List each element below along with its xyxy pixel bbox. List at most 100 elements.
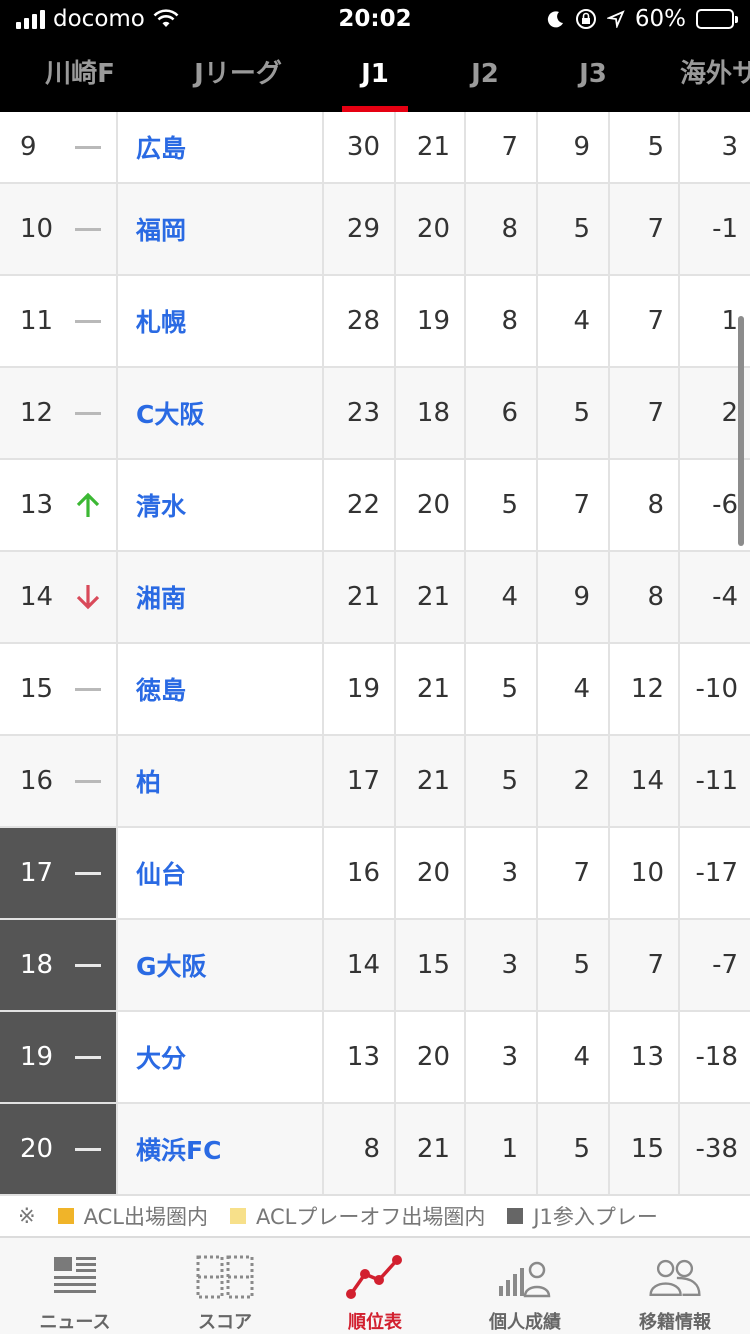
tab-j1[interactable]: J1	[342, 40, 408, 112]
rank-number: 19	[20, 1042, 54, 1072]
goal-diff-cell: -10	[695, 674, 738, 704]
games-played-cell: 20	[396, 460, 466, 550]
team-name-link[interactable]: 福岡	[118, 184, 324, 274]
trend-unchanged-dash-icon	[70, 129, 106, 165]
team-name-link[interactable]: 横浜FC	[118, 1104, 324, 1194]
rank-cell: 12	[0, 368, 118, 458]
nav-label: ニュース	[39, 1312, 111, 1333]
team-name-link[interactable]: 徳島	[118, 644, 324, 734]
trend-up-arrow-icon	[70, 487, 106, 523]
league-tab-bar: 川崎F Jリーグ J1 J2 J3 海外サ	[0, 40, 750, 112]
games-played-cell: 20	[396, 1012, 466, 1102]
tab-kawasaki[interactable]: 川崎F	[22, 40, 138, 112]
table-row[interactable]: 12 C大阪 23 18 6 5 7 2	[0, 368, 750, 460]
tab-jleague[interactable]: Jリーグ	[176, 40, 300, 112]
draws-cell: 4	[538, 276, 610, 366]
scrollbar[interactable]	[738, 316, 744, 546]
table-row[interactable]: 20 横浜FC 8 21 1 5 15 -38	[0, 1104, 750, 1194]
legend-label: ACL出場圏内	[83, 1205, 208, 1229]
rank-number: 12	[20, 398, 54, 428]
transfer-people-icon	[645, 1252, 705, 1302]
nav-label: 移籍情報	[639, 1312, 711, 1333]
points-cell: 16	[324, 828, 396, 918]
table-row[interactable]: 14 湘南 21 21 4 9 8 -4	[0, 552, 750, 644]
rank-number: 20	[20, 1134, 54, 1164]
legend-swatch	[229, 1208, 246, 1224]
table-row[interactable]: 11 札幌 28 19 8 4 7 1	[0, 276, 750, 368]
losses-cell: 7	[610, 276, 680, 366]
table-row[interactable]: 13 清水 22 20 5 7 8 -6	[0, 460, 750, 552]
rank-number: 11	[20, 306, 54, 336]
goal-diff-cell: -11	[695, 766, 738, 796]
team-name-link[interactable]: 柏	[118, 736, 324, 826]
draws-cell: 7	[538, 460, 610, 550]
team-name-link[interactable]: 広島	[118, 112, 324, 182]
rank-cell: 20	[0, 1104, 118, 1194]
points-cell: 14	[324, 920, 396, 1010]
legend-label: J1参入プレー	[533, 1205, 658, 1229]
wins-cell: 3	[466, 828, 538, 918]
moon-icon	[547, 11, 563, 28]
nav-news[interactable]: ニュース	[0, 1238, 150, 1334]
trend-down-arrow-icon	[70, 579, 106, 615]
scoreboard-icon	[195, 1252, 255, 1302]
games-played-cell: 21	[396, 644, 466, 734]
losses-cell: 7	[610, 184, 680, 274]
team-name-link[interactable]: 湘南	[118, 552, 324, 642]
tab-j2[interactable]: J2	[452, 40, 518, 112]
tab-label: 川崎F	[45, 59, 115, 89]
nav-player-stats[interactable]: 個人成績	[450, 1238, 600, 1334]
table-row[interactable]: 10 福岡 29 20 8 5 7 -1	[0, 184, 750, 276]
table-row[interactable]: 18 G大阪 14 15 3 5 7 -7	[0, 920, 750, 1012]
tab-label: J2	[471, 59, 499, 89]
player-stats-icon	[495, 1252, 555, 1302]
legend-item-j1-playoff: J1参入プレー	[507, 1201, 658, 1231]
rank-cell: 11	[0, 276, 118, 366]
rank-number: 15	[20, 674, 54, 704]
games-played-cell: 19	[396, 276, 466, 366]
table-row[interactable]: 9 広島 30 21 7 9 5 3	[0, 112, 750, 184]
team-name-link[interactable]: 仙台	[118, 828, 324, 918]
team-name-link[interactable]: C大阪	[118, 368, 324, 458]
games-played-cell: 21	[396, 552, 466, 642]
team-name-link[interactable]: 札幌	[118, 276, 324, 366]
rank-cell: 10	[0, 184, 118, 274]
points-cell: 19	[324, 644, 396, 734]
wins-cell: 5	[466, 460, 538, 550]
team-name-link[interactable]: 大分	[118, 1012, 324, 1102]
losses-cell: 7	[610, 920, 680, 1010]
points-cell: 29	[324, 184, 396, 274]
rank-number: 9	[20, 132, 37, 162]
nav-label: 個人成績	[489, 1312, 561, 1333]
tab-label: J3	[579, 59, 607, 89]
draws-cell: 7	[538, 828, 610, 918]
losses-cell: 14	[610, 736, 680, 826]
losses-cell: 5	[610, 112, 680, 182]
team-name-link[interactable]: 清水	[118, 460, 324, 550]
tab-overseas[interactable]: 海外サ	[680, 40, 750, 112]
rank-cell: 18	[0, 920, 118, 1010]
table-row[interactable]: 16 柏 17 21 5 2 14 -11	[0, 736, 750, 828]
draws-cell: 5	[538, 368, 610, 458]
nav-score[interactable]: スコア	[150, 1238, 300, 1334]
goal-diff-cell: -4	[712, 582, 738, 612]
table-row[interactable]: 19 大分 13 20 3 4 13 -18	[0, 1012, 750, 1104]
draws-cell: 9	[538, 552, 610, 642]
nav-label: スコア	[198, 1312, 252, 1333]
tab-j3[interactable]: J3	[560, 40, 626, 112]
games-played-cell: 18	[396, 368, 466, 458]
wins-cell: 3	[466, 920, 538, 1010]
points-cell: 22	[324, 460, 396, 550]
goal-diff-cell: 3	[721, 132, 738, 162]
goal-diff-cell: -38	[695, 1134, 738, 1164]
wins-cell: 4	[466, 552, 538, 642]
team-name-link[interactable]: G大阪	[118, 920, 324, 1010]
nav-transfers[interactable]: 移籍情報	[600, 1238, 750, 1334]
table-row[interactable]: 17 仙台 16 20 3 7 10 -17	[0, 828, 750, 920]
table-row[interactable]: 15 徳島 19 21 5 4 12 -10	[0, 644, 750, 736]
nav-standings[interactable]: 順位表	[300, 1238, 450, 1334]
status-right: 60%	[547, 6, 738, 32]
losses-cell: 8	[610, 552, 680, 642]
legend-label: ACLプレーオフ出場圏内	[255, 1205, 486, 1229]
rank-cell: 14	[0, 552, 118, 642]
